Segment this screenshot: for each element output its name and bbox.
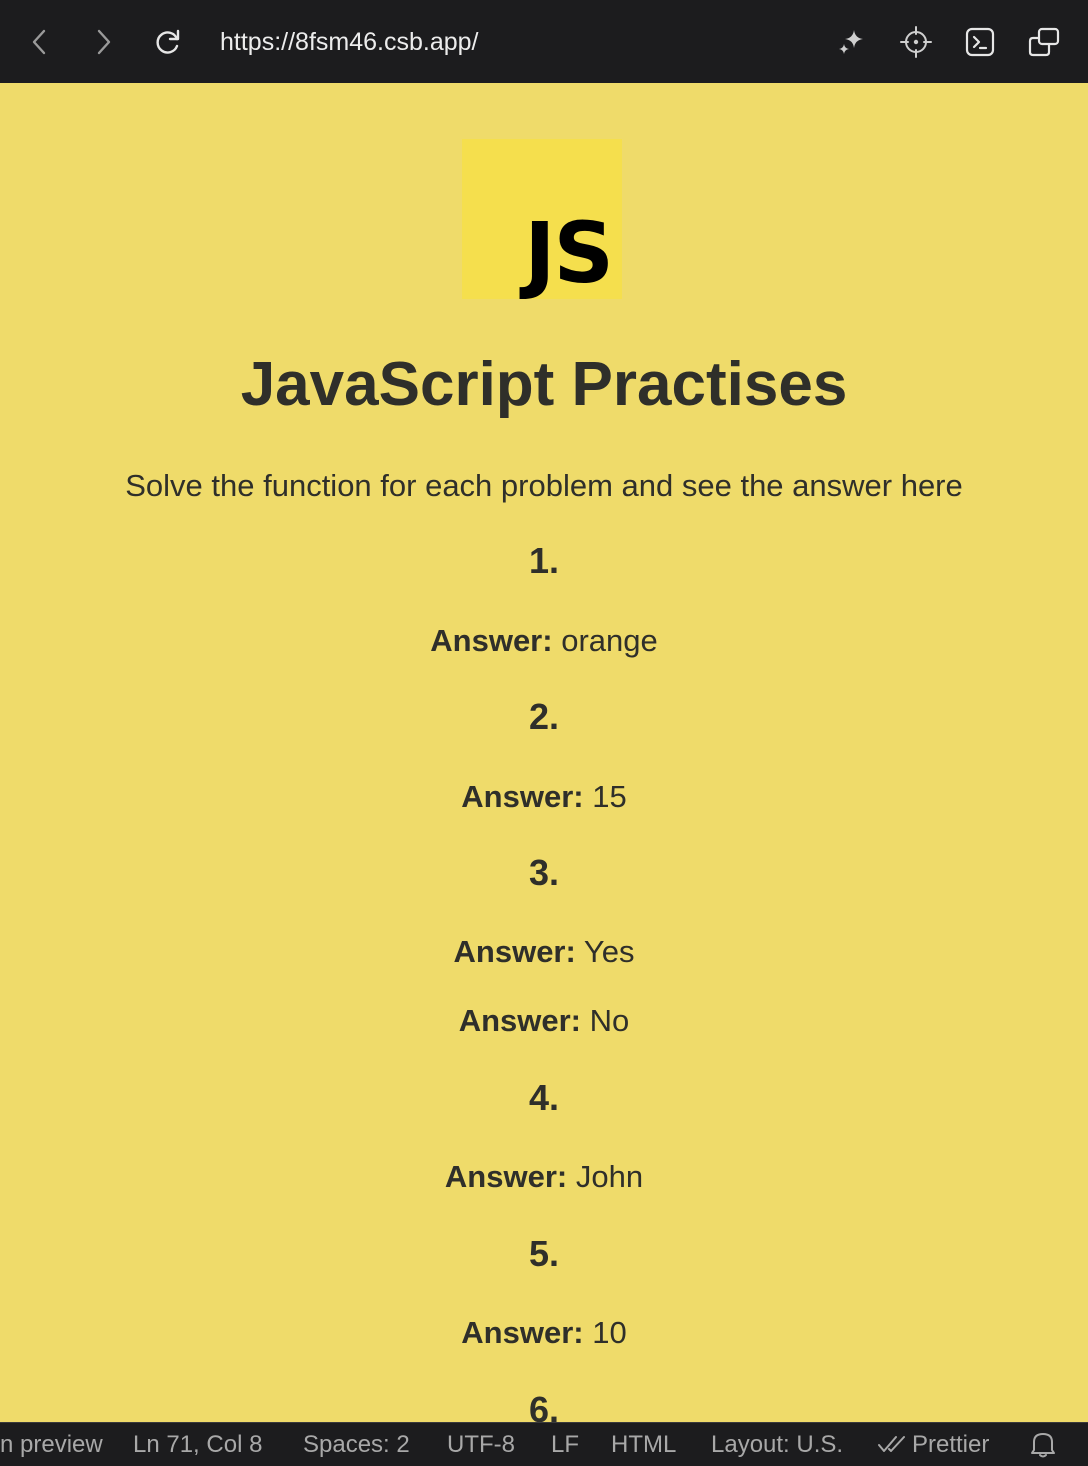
preview-status[interactable]: n preview — [0, 1431, 103, 1459]
answer-line: Answer: orange — [0, 622, 1088, 660]
answer-line: Answer: No — [0, 1002, 1088, 1040]
reload-icon — [156, 29, 180, 54]
logo-text: JS — [524, 204, 614, 302]
browser-toolbar: https://8fsm46.csb.app/ — [0, 0, 1088, 83]
page-content: JS JavaScript Practises Solve the functi… — [0, 83, 1088, 1423]
answer-value: 10 — [592, 1315, 627, 1350]
windows-button[interactable] — [1022, 20, 1066, 64]
answer-label: Answer: — [430, 623, 553, 658]
answer-value: orange — [561, 623, 658, 658]
ai-assist-button[interactable] — [829, 20, 873, 64]
js-logo: JS — [462, 139, 622, 299]
terminal-icon — [965, 27, 995, 57]
answer-label: Answer: — [461, 1315, 584, 1350]
problem-number: 5. — [528, 1233, 560, 1274]
status-bar: n preview Ln 71, Col 8 Spaces: 2 UTF-8 L… — [0, 1422, 1088, 1466]
answer-value: Yes — [583, 934, 635, 969]
answer-label: Answer: — [444, 1159, 568, 1194]
page-title: JavaScript Practises — [240, 350, 848, 419]
reload-button[interactable] — [146, 20, 190, 64]
forward-button[interactable] — [81, 20, 125, 64]
terminal-button[interactable] — [958, 20, 1002, 64]
address-bar[interactable]: https://8fsm46.csb.app/ — [220, 26, 478, 58]
windows-icon — [1028, 27, 1060, 57]
chevron-left-icon — [32, 29, 46, 55]
prettier-status[interactable]: Prettier — [878, 1431, 989, 1459]
indent-setting[interactable]: Spaces: 2 — [303, 1431, 410, 1459]
cursor-position[interactable]: Ln 71, Col 8 — [133, 1431, 262, 1459]
problem-number: 2. — [528, 696, 560, 737]
keyboard-layout[interactable]: Layout: U.S. — [711, 1431, 843, 1459]
chevron-right-icon — [97, 29, 111, 55]
answer-label: Answer: — [461, 779, 584, 814]
answer-label: Answer: — [453, 934, 576, 969]
answer-value: No — [589, 1003, 630, 1038]
crosshair-icon — [900, 26, 932, 58]
answer-line: Answer: Yes — [0, 933, 1088, 971]
inspect-button[interactable] — [894, 20, 938, 64]
problem-number: 4. — [528, 1077, 560, 1118]
notifications-button[interactable] — [1030, 1429, 1056, 1466]
answer-line: Answer: John — [0, 1158, 1088, 1196]
double-check-icon — [878, 1436, 905, 1452]
answer-line: Answer: 10 — [0, 1314, 1088, 1352]
sparkle-icon — [839, 30, 863, 54]
problem-number: 1. — [528, 540, 560, 581]
line-ending-setting[interactable]: LF — [551, 1431, 579, 1459]
answer-line: Answer: 15 — [0, 778, 1088, 816]
bell-icon — [1031, 1433, 1055, 1458]
page-subtitle: Solve the function for each problem and … — [125, 468, 963, 503]
answer-value: John — [575, 1159, 644, 1194]
problem-number: 6. — [528, 1389, 560, 1424]
prettier-label: Prettier — [912, 1431, 990, 1458]
answer-label: Answer: — [458, 1003, 582, 1038]
language-mode[interactable]: HTML — [611, 1431, 676, 1459]
answer-value: 15 — [592, 779, 627, 814]
encoding-setting[interactable]: UTF-8 — [447, 1431, 515, 1459]
problem-number: 3. — [528, 852, 560, 893]
back-button[interactable] — [18, 20, 62, 64]
